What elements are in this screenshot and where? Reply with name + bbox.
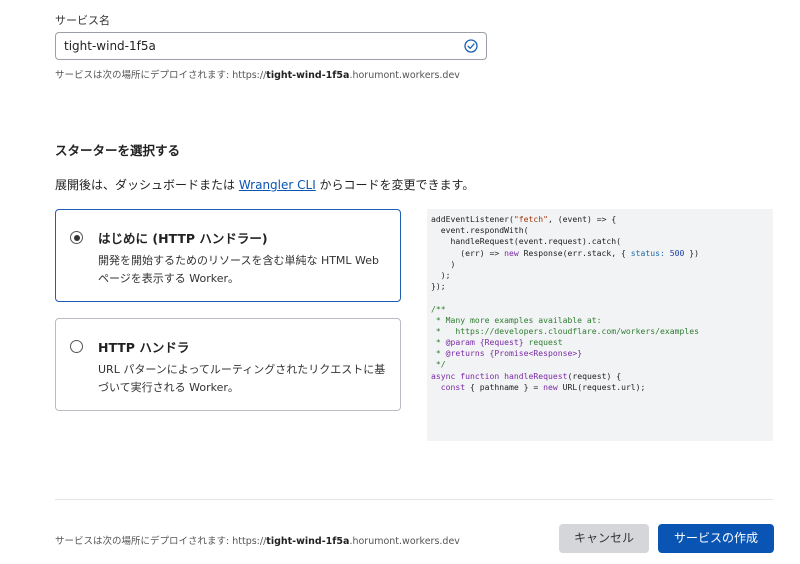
starter-desc-suffix: からコードを変更できます。 — [315, 178, 475, 192]
footer-hint-suffix: .horumont.workers.dev — [349, 536, 460, 547]
code-line: addEventListener("fetch", (event) => { — [431, 214, 617, 224]
deploy-hint-suffix: .horumont.workers.dev — [349, 70, 460, 81]
footer-deploy-url-hint: サービスは次の場所にデプロイされます: https://tight-wind-1… — [55, 533, 460, 547]
starter-option-title: はじめに (HTTP ハンドラー) — [98, 231, 268, 246]
service-name-value[interactable]: tight-wind-1f5a — [64, 39, 156, 53]
starter-option-description: 開発を開始するためのリソースを含む単純な HTML Web ページを表示する W… — [98, 254, 380, 285]
starter-option-description: URL パターンによってルーティングされたリクエストに基づいて実行される Wor… — [98, 363, 386, 394]
create-service-button[interactable]: サービスの作成 — [658, 524, 774, 553]
code-line: async function handleRequest(request) { — [431, 370, 622, 381]
code-line: * @returns {Promise<Response>} — [431, 348, 583, 359]
deploy-url-hint: サービスは次の場所にデプロイされます: https://tight-wind-1… — [55, 67, 460, 81]
footer-divider — [55, 499, 773, 500]
code-line: ​ — [431, 292, 773, 303]
cancel-button[interactable]: キャンセル — [559, 524, 649, 553]
starter-description: 展開後は、ダッシュボードまたは Wrangler CLI からコードを変更できま… — [55, 176, 474, 193]
code-line: ); — [431, 269, 451, 280]
footer-hint-name: tight-wind-1f5a — [266, 536, 350, 547]
service-name-input[interactable]: tight-wind-1f5a — [55, 32, 487, 60]
code-line: event.respondWith( — [431, 225, 529, 236]
radio-getting-started[interactable] — [70, 231, 83, 244]
starter-option-getting-started[interactable]: はじめに (HTTP ハンドラー) 開発を開始するためのリソースを含む単純な H… — [55, 209, 401, 302]
code-line: }); — [431, 281, 446, 292]
code-preview: addEventListener("fetch", (event) => { e… — [427, 209, 773, 441]
starter-section-title: スターターを選択する — [55, 143, 181, 158]
code-line: ) — [431, 258, 456, 269]
starter-option-http-handler[interactable]: HTTP ハンドラ URL パターンによってルーティングされたリクエストに基づい… — [55, 318, 401, 411]
code-line: handleRequest(event.request).catch( — [431, 236, 622, 247]
code-line: const { pathname } = new URL(request.url… — [440, 381, 646, 392]
code-line: */ — [431, 359, 446, 370]
code-line: * Many more examples available at: — [431, 314, 602, 325]
code-line: * https://developers.cloudflare.com/work… — [431, 325, 700, 336]
footer-hint-prefix: サービスは次の場所にデプロイされます: https:// — [55, 536, 267, 547]
radio-http-handler[interactable] — [70, 340, 83, 353]
code-line: /** — [431, 303, 446, 314]
check-circle-icon — [464, 39, 478, 53]
starter-desc-prefix: 展開後は、ダッシュボードまたは — [55, 178, 239, 192]
wrangler-cli-link[interactable]: Wrangler CLI — [239, 178, 316, 192]
code-line: * @param {Request} request — [431, 337, 563, 348]
code-line: (err) => new Response(err.stack, { statu… — [431, 247, 700, 258]
deploy-hint-prefix: サービスは次の場所にデプロイされます: https:// — [55, 70, 267, 81]
deploy-hint-name: tight-wind-1f5a — [266, 70, 350, 81]
service-name-label: サービス名 — [55, 14, 110, 27]
starter-option-title: HTTP ハンドラ — [98, 340, 190, 355]
